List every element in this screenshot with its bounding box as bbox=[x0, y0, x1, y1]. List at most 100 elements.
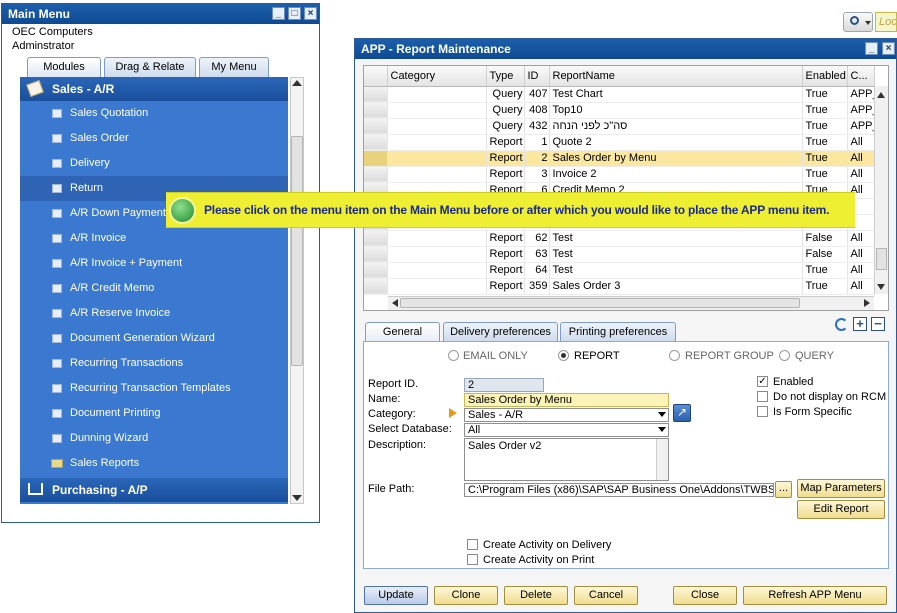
menu-item[interactable]: A/R Invoice bbox=[20, 226, 288, 251]
row-header[interactable] bbox=[364, 278, 388, 295]
scroll-thumb[interactable] bbox=[291, 136, 303, 366]
search-button[interactable] bbox=[843, 12, 873, 32]
close-button[interactable]: Close bbox=[673, 586, 737, 605]
link-arrow-icon[interactable] bbox=[449, 408, 457, 418]
menu-item[interactable]: Recurring Transactions bbox=[20, 351, 288, 376]
form-specific-checkbox[interactable] bbox=[757, 406, 768, 417]
section-sales-ar[interactable]: Sales - A/R bbox=[20, 77, 288, 101]
table-row[interactable]: Query432סה"כ לפני הנחהTrueAPP_ bbox=[364, 118, 875, 135]
menu-item[interactable]: Recurring Transaction Templates bbox=[20, 376, 288, 401]
row-header[interactable] bbox=[364, 246, 388, 263]
close-icon[interactable]: × bbox=[882, 42, 895, 55]
main-menu-scrollbar[interactable] bbox=[290, 77, 304, 504]
scroll-thumb[interactable] bbox=[400, 298, 800, 308]
tab-printing-preferences[interactable]: Printing preferences bbox=[560, 322, 676, 341]
radio-email-only[interactable] bbox=[448, 350, 459, 361]
menu-item[interactable]: Document Generation Wizard bbox=[20, 326, 288, 351]
remove-icon[interactable]: − bbox=[871, 317, 885, 331]
radio-query[interactable] bbox=[779, 350, 790, 361]
minimize-icon[interactable]: _ bbox=[865, 42, 878, 55]
tab-delivery-preferences[interactable]: Delivery preferences bbox=[443, 322, 558, 341]
new-category-button[interactable]: ↗ bbox=[673, 404, 691, 422]
col-report-name[interactable]: ReportName bbox=[549, 66, 803, 87]
description-field[interactable]: Sales Order v2 bbox=[464, 438, 669, 481]
table-row[interactable]: Query408Top10TrueAPP_ bbox=[364, 102, 875, 119]
cancel-button[interactable]: Cancel bbox=[574, 586, 638, 605]
report-window-titlebar[interactable]: APP - Report Maintenance _ × bbox=[355, 39, 896, 59]
row-header[interactable] bbox=[364, 166, 388, 183]
minimize-icon[interactable]: _ bbox=[272, 7, 285, 20]
tab-modules[interactable]: Modules bbox=[27, 57, 101, 77]
refresh-app-menu-button[interactable]: Refresh APP Menu bbox=[743, 586, 887, 605]
close-icon[interactable]: × bbox=[304, 7, 317, 20]
table-row[interactable]: Report 3 Invoice 2 True All bbox=[364, 166, 875, 183]
menu-item[interactable]: Dunning Wizard bbox=[20, 426, 288, 451]
col-id[interactable]: ID bbox=[524, 66, 550, 87]
menu-item[interactable]: Sales Order bbox=[20, 126, 288, 151]
refresh-icon[interactable] bbox=[835, 318, 848, 331]
browse-button[interactable]: ... bbox=[775, 481, 792, 498]
row-header[interactable] bbox=[364, 150, 388, 167]
activity-delivery-checkbox[interactable] bbox=[467, 539, 478, 550]
maximize-icon[interactable]: □ bbox=[288, 7, 301, 20]
menu-item[interactable]: Sales Reports bbox=[20, 451, 288, 476]
radio-report-group[interactable] bbox=[669, 350, 680, 361]
search-input[interactable]: Loo bbox=[875, 12, 897, 32]
enabled-checkbox[interactable]: ✓ bbox=[757, 376, 768, 387]
menu-item[interactable]: A/R Credit Memo bbox=[20, 276, 288, 301]
col-c[interactable]: C... bbox=[847, 66, 875, 87]
col-type[interactable]: Type bbox=[486, 66, 525, 87]
description-scrollbar[interactable] bbox=[656, 439, 668, 480]
table-row[interactable]: Report 63 Test False All bbox=[364, 246, 875, 263]
main-menu-titlebar[interactable]: Main Menu _ □ × bbox=[2, 4, 319, 24]
add-icon[interactable]: + bbox=[853, 317, 867, 331]
scroll-thumb[interactable] bbox=[876, 248, 887, 270]
table-row[interactable]: Report 64 Test True All bbox=[364, 262, 875, 279]
name-field[interactable]: Sales Order by Menu bbox=[464, 393, 669, 407]
tab-drag-relate[interactable]: Drag & Relate bbox=[104, 57, 196, 77]
scroll-left-icon[interactable] bbox=[392, 299, 398, 307]
scroll-down-icon[interactable] bbox=[877, 284, 885, 290]
update-button[interactable]: Update bbox=[364, 586, 428, 605]
scroll-up-icon[interactable] bbox=[292, 80, 302, 86]
activity-print-checkbox[interactable] bbox=[467, 554, 478, 565]
document-icon bbox=[52, 284, 62, 293]
grid-vertical-scrollbar[interactable] bbox=[874, 86, 888, 294]
scroll-up-icon[interactable] bbox=[877, 92, 885, 98]
cell-enabled: True bbox=[802, 166, 848, 183]
scroll-right-icon[interactable] bbox=[864, 299, 870, 307]
category-select[interactable]: Sales - A/R bbox=[464, 408, 669, 422]
row-header[interactable] bbox=[364, 118, 388, 135]
row-header[interactable] bbox=[364, 262, 388, 279]
tab-my-menu[interactable]: My Menu bbox=[199, 57, 269, 77]
menu-item[interactable]: Delivery bbox=[20, 151, 288, 176]
section-purchasing-ap[interactable]: Purchasing - A/P bbox=[20, 478, 288, 502]
menu-item[interactable]: A/R Reserve Invoice bbox=[20, 301, 288, 326]
select-database-select[interactable]: All bbox=[464, 423, 669, 437]
scroll-down-icon[interactable] bbox=[292, 495, 302, 501]
map-parameters-button[interactable]: Map Parameters bbox=[797, 479, 885, 498]
row-header[interactable] bbox=[364, 134, 388, 151]
table-row[interactable]: Report 2 Sales Order by Menu True All bbox=[364, 150, 875, 167]
menu-item[interactable]: Document Printing bbox=[20, 401, 288, 426]
col-category[interactable]: Category bbox=[387, 66, 487, 87]
table-row[interactable]: Report 62 Test False All bbox=[364, 230, 875, 247]
row-header[interactable] bbox=[364, 230, 388, 247]
table-row[interactable]: Report 359 Sales Order 3 True All bbox=[364, 278, 875, 295]
name-label: Name: bbox=[368, 393, 401, 405]
edit-report-button[interactable]: Edit Report bbox=[797, 500, 885, 519]
table-row[interactable]: Query407Test ChartTrueAPP_ bbox=[364, 86, 875, 103]
clone-button[interactable]: Clone bbox=[434, 586, 498, 605]
menu-item[interactable]: A/R Invoice + Payment bbox=[20, 251, 288, 276]
table-row[interactable]: Report 1 Quote 2 True All bbox=[364, 134, 875, 151]
tab-general[interactable]: General bbox=[365, 322, 440, 341]
grid-horizontal-scrollbar[interactable] bbox=[388, 296, 874, 310]
row-header[interactable] bbox=[364, 102, 388, 119]
menu-item[interactable]: Sales Quotation bbox=[20, 101, 288, 126]
file-path-field[interactable]: C:\Program Files (x86)\SAP\SAP Business … bbox=[464, 483, 774, 497]
no-rcm-checkbox[interactable] bbox=[757, 391, 768, 402]
col-enabled[interactable]: Enabled bbox=[802, 66, 848, 87]
row-header[interactable] bbox=[364, 86, 388, 103]
radio-report[interactable] bbox=[558, 350, 569, 361]
delete-button[interactable]: Delete bbox=[504, 586, 568, 605]
